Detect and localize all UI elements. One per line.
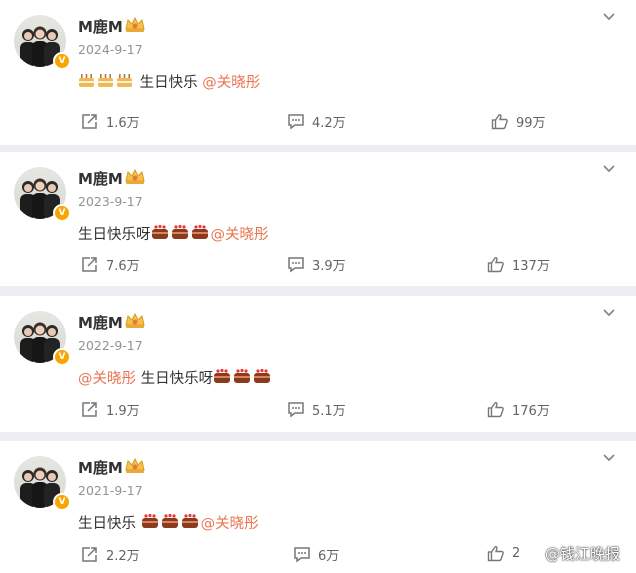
- comment-count: 4.2万: [312, 116, 346, 131]
- repost-icon: [82, 402, 97, 417]
- comment-button[interactable]: 3.9万: [287, 255, 346, 274]
- birthday-cake-icon: [213, 367, 231, 388]
- chevron-down-icon[interactable]: [602, 453, 616, 463]
- comment-icon: [294, 547, 310, 563]
- thumbs-up-icon: [487, 401, 504, 418]
- repost-button[interactable]: 1.6万: [81, 112, 140, 131]
- post-date[interactable]: 2023-9-17: [78, 194, 143, 209]
- post-actions: 1.6万 4.2万 99万: [0, 112, 636, 134]
- watermark-text: @钱江晚报: [545, 545, 621, 563]
- birthday-cake-icon: [78, 72, 95, 92]
- crown-badge-icon: [125, 16, 145, 32]
- comment-count: 5.1万: [312, 404, 346, 419]
- post-text: 生日快乐: [135, 75, 203, 91]
- repost-icon: [82, 257, 97, 272]
- like-button[interactable]: 99万: [491, 112, 546, 131]
- post-content: 生日快乐 @关晓彤: [78, 71, 260, 92]
- post-date[interactable]: 2022-9-17: [78, 338, 143, 353]
- verified-v-icon: V: [53, 493, 71, 511]
- repost-icon: [82, 114, 97, 129]
- birthday-cake-icon: [171, 223, 189, 244]
- post-date[interactable]: 2021-9-17: [78, 483, 143, 498]
- author-name[interactable]: M鹿M: [78, 457, 123, 478]
- crown-badge-icon: [125, 457, 145, 473]
- thumbs-up-icon: [487, 545, 504, 562]
- like-button[interactable]: 137万: [487, 255, 550, 274]
- birthday-cake-icon: [116, 72, 133, 92]
- like-count: 99万: [516, 116, 546, 131]
- birthday-cake-icon: [161, 512, 179, 533]
- comment-button[interactable]: 5.1万: [287, 400, 346, 419]
- post-text: 生日快乐: [78, 516, 141, 532]
- post-text: 生日快乐呀: [136, 371, 214, 387]
- verified-v-icon: V: [53, 204, 71, 222]
- mention-link[interactable]: @关晓彤: [202, 71, 260, 92]
- repost-count: 2.2万: [106, 549, 140, 564]
- comment-button[interactable]: 6万: [293, 545, 339, 564]
- mention-link[interactable]: @关晓彤: [211, 223, 269, 244]
- comment-icon: [288, 257, 304, 273]
- mention-link[interactable]: @关晓彤: [201, 512, 259, 533]
- weibo-post: V M鹿M 2023-9-17 生日快乐呀 @关晓彤 7.6万 3.9万 137: [0, 152, 636, 286]
- repost-icon: [82, 547, 97, 562]
- verified-v-icon: V: [53, 348, 71, 366]
- author-name[interactable]: M鹿M: [78, 16, 123, 37]
- thumbs-up-icon: [487, 256, 504, 273]
- verified-v-icon: V: [53, 52, 71, 70]
- thumbs-up-icon: [491, 113, 508, 130]
- birthday-cake-icon: [191, 223, 209, 244]
- like-button[interactable]: 2: [487, 545, 520, 562]
- repost-button[interactable]: 7.6万: [81, 255, 140, 274]
- post-content: @关晓彤 生日快乐呀: [78, 367, 273, 388]
- chevron-down-icon[interactable]: [602, 308, 616, 318]
- post-content: 生日快乐 @关晓彤: [78, 512, 259, 533]
- like-count: 137万: [512, 259, 550, 274]
- like-count: 176万: [512, 404, 550, 419]
- comment-count: 3.9万: [312, 259, 346, 274]
- birthday-cake-icon: [253, 367, 271, 388]
- birthday-cake-icon: [233, 367, 251, 388]
- crown-badge-icon: [125, 168, 145, 184]
- repost-count: 1.6万: [106, 116, 140, 131]
- comment-count: 6万: [318, 549, 340, 564]
- author-name[interactable]: M鹿M: [78, 312, 123, 333]
- comment-icon: [288, 402, 304, 418]
- comment-button[interactable]: 4.2万: [287, 112, 346, 131]
- comment-icon: [288, 114, 304, 130]
- weibo-post: V M鹿M 2022-9-17 @关晓彤 生日快乐呀 1.9万 5.1万 176…: [0, 296, 636, 432]
- post-date[interactable]: 2024-9-17: [78, 42, 143, 57]
- birthday-cake-icon: [181, 512, 199, 533]
- author-name[interactable]: M鹿M: [78, 168, 123, 189]
- repost-count: 1.9万: [106, 404, 140, 419]
- crown-badge-icon: [125, 312, 145, 328]
- weibo-post: V M鹿M 2024-9-17 生日快乐 @关晓彤 1.6万 4.2万 99万: [0, 0, 636, 145]
- post-actions: 7.6万 3.9万 137万: [0, 255, 636, 277]
- birthday-cake-icon: [97, 72, 114, 92]
- like-button[interactable]: 176万: [487, 400, 550, 419]
- chevron-down-icon[interactable]: [602, 164, 616, 174]
- post-content: 生日快乐呀 @关晓彤: [78, 223, 269, 244]
- birthday-cake-icon: [141, 512, 159, 533]
- repost-count: 7.6万: [106, 259, 140, 274]
- birthday-cake-icon: [151, 223, 169, 244]
- chevron-down-icon[interactable]: [602, 12, 616, 22]
- like-count: 2: [512, 546, 521, 561]
- post-actions: 1.9万 5.1万 176万: [0, 400, 636, 422]
- repost-button[interactable]: 1.9万: [81, 400, 140, 419]
- weibo-logo-icon: [522, 545, 541, 562]
- watermark: @钱江晚报: [522, 543, 620, 564]
- repost-button[interactable]: 2.2万: [81, 545, 140, 564]
- post-text: 生日快乐呀: [78, 227, 151, 243]
- mention-link[interactable]: @关晓彤: [78, 367, 136, 388]
